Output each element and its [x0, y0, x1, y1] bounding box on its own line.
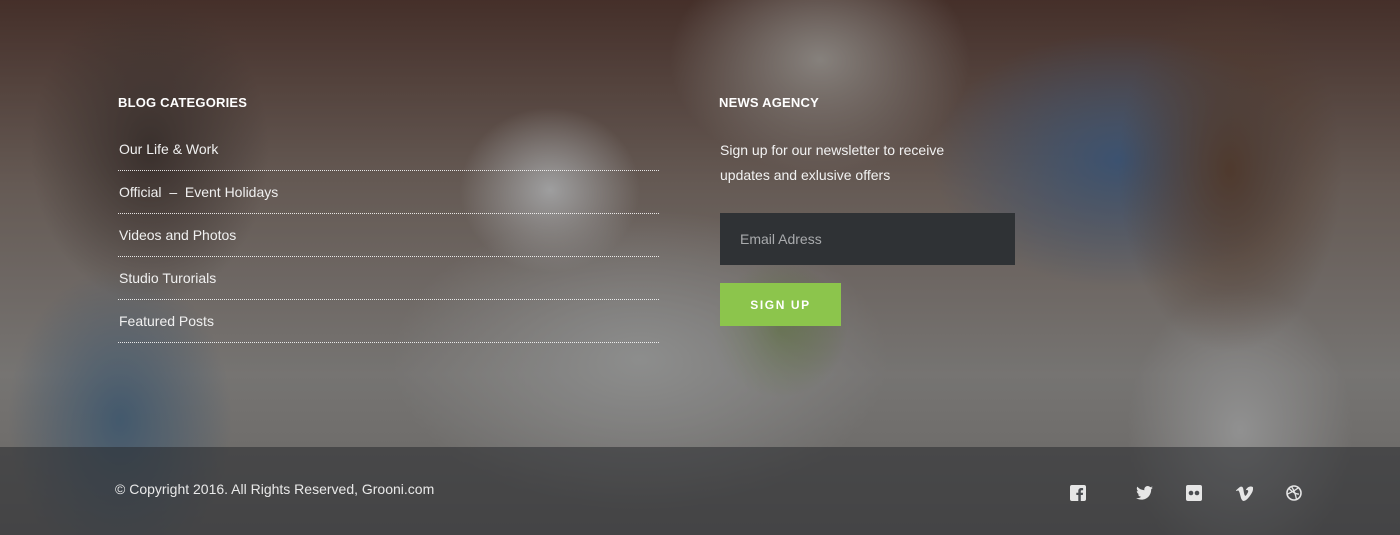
twitter-icon[interactable]	[1119, 482, 1169, 504]
list-item: Official – Event Holidays	[118, 171, 659, 214]
sign-up-button[interactable]: SIGN UP	[720, 283, 841, 326]
category-link[interactable]: Videos and Photos	[118, 227, 236, 243]
copyright-text: © Copyright 2016. All Rights Reserved, G…	[115, 481, 435, 497]
flickr-icon[interactable]	[1169, 482, 1219, 504]
vimeo-icon[interactable]	[1219, 482, 1269, 504]
email-field[interactable]	[720, 213, 1015, 265]
category-link[interactable]: Our Life & Work	[118, 141, 218, 157]
category-link[interactable]: Official – Event Holidays	[118, 184, 278, 200]
newsletter-description: Sign up for our newsletter to receive up…	[720, 142, 945, 183]
footer-widgets: BLOG CATEGORIES Our Life & Work Official…	[0, 0, 1400, 447]
news-agency-title: NEWS AGENCY	[719, 95, 819, 110]
list-item: Studio Turorials	[118, 257, 659, 300]
social-links	[1069, 482, 1319, 504]
dribbble-icon[interactable]	[1269, 482, 1319, 504]
list-item: Featured Posts	[118, 300, 659, 343]
blog-categories-title: BLOG CATEGORIES	[118, 95, 248, 110]
list-item: Our Life & Work	[118, 128, 659, 171]
category-link[interactable]: Studio Turorials	[118, 270, 216, 286]
blog-categories-list: Our Life & Work Official – Event Holiday…	[118, 128, 659, 343]
footer-bar: © Copyright 2016. All Rights Reserved, G…	[0, 447, 1400, 535]
facebook-icon[interactable]	[1069, 482, 1087, 504]
list-item: Videos and Photos	[118, 214, 659, 257]
category-link[interactable]: Featured Posts	[118, 313, 214, 329]
